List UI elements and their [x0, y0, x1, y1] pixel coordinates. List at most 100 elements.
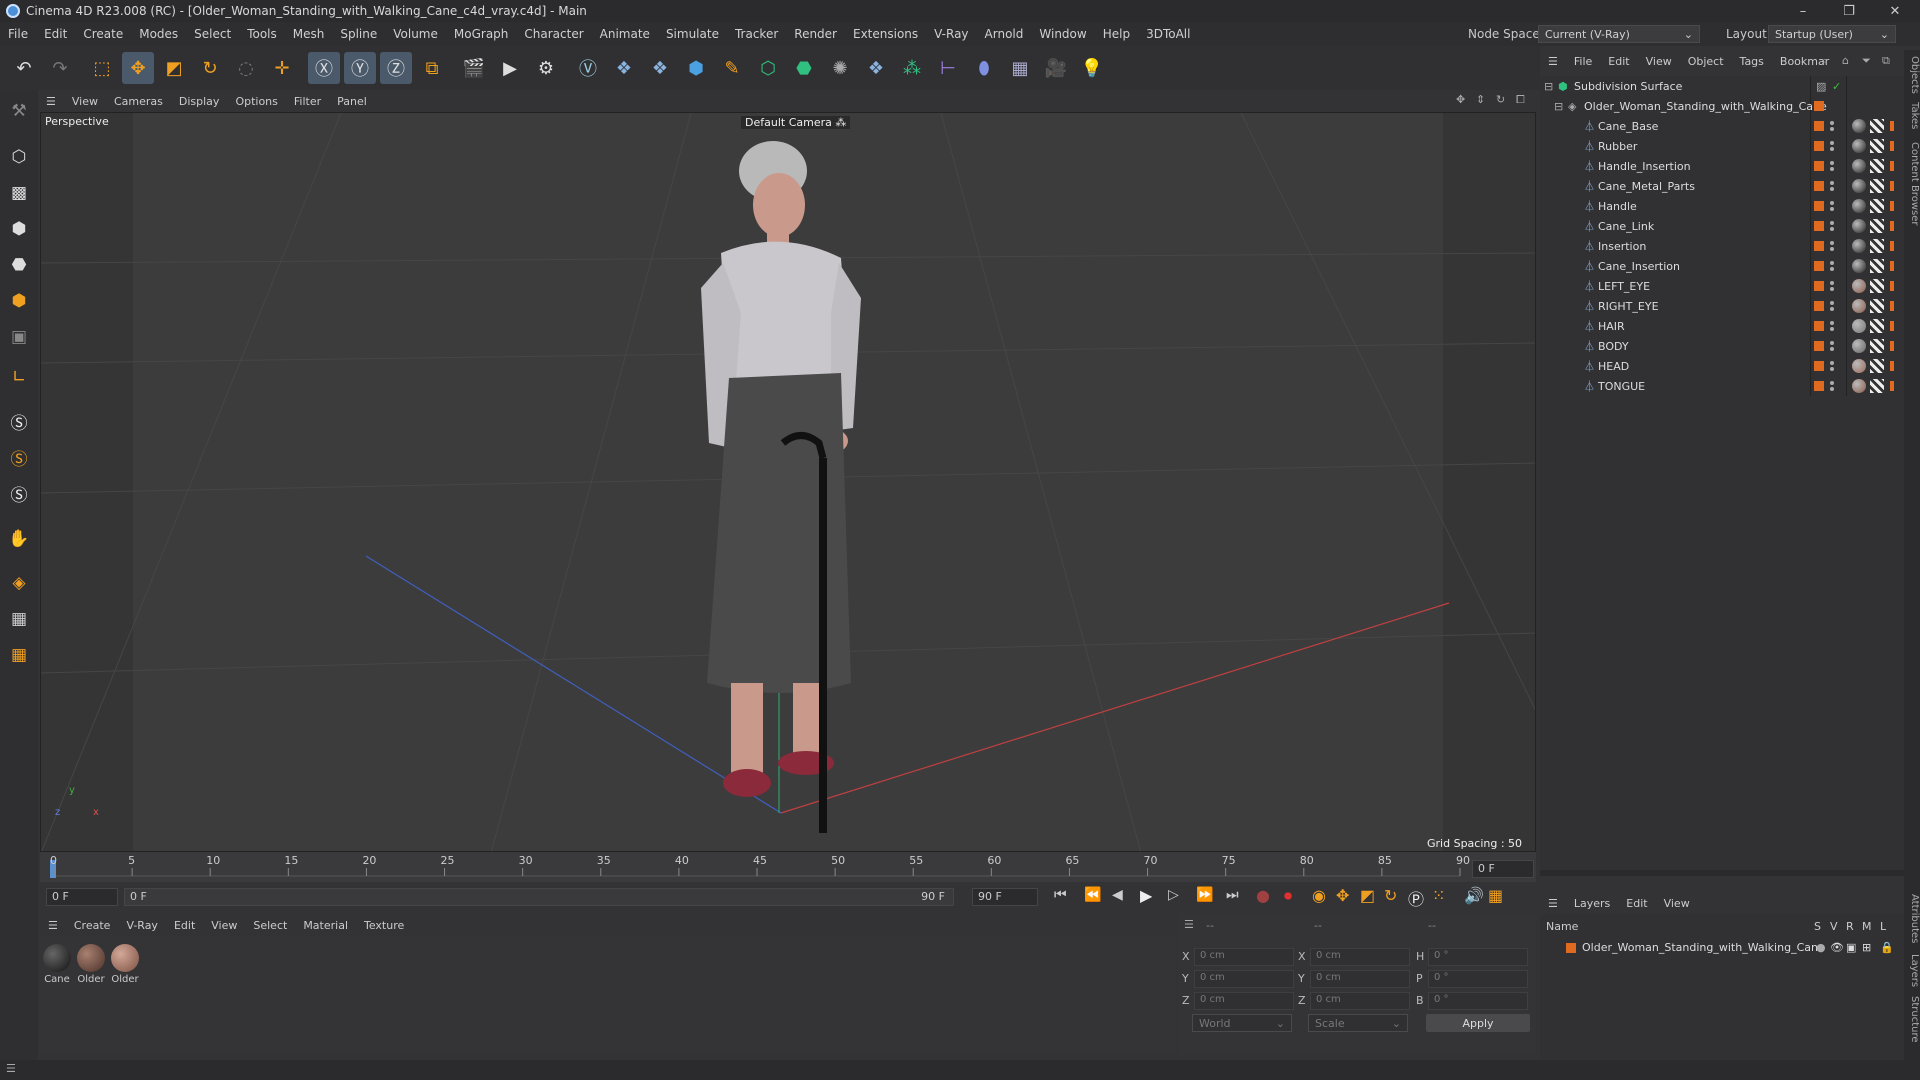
- cube-icon[interactable]: ⬢: [680, 52, 712, 84]
- mograph-icon[interactable]: ✺: [824, 52, 856, 84]
- subdivision-icon[interactable]: ⬡: [752, 52, 784, 84]
- tree-row-child[interactable]: ⏃ BODY: [1540, 336, 1904, 356]
- viewport-menu-filter[interactable]: Filter: [286, 95, 329, 108]
- filter-icon[interactable]: ⏷: [1862, 54, 1871, 68]
- polygon-mode-icon[interactable]: ⬢: [4, 286, 34, 316]
- visibility-dot-icon[interactable]: [1830, 221, 1834, 225]
- position-y-field[interactable]: 0 cm: [1194, 970, 1294, 988]
- menu-animate[interactable]: Animate: [592, 27, 658, 41]
- texture-tag-icon[interactable]: [1870, 119, 1884, 133]
- tab-takes[interactable]: Takes: [1904, 102, 1920, 129]
- hamburger-icon[interactable]: ☰: [6, 1062, 16, 1075]
- python-icon[interactable]: ❖: [608, 52, 640, 84]
- menu-simulate[interactable]: Simulate: [658, 27, 727, 41]
- material-tag-icon[interactable]: [1852, 279, 1866, 293]
- camera-label[interactable]: Default Camera ⁂: [741, 116, 851, 129]
- go-to-start-icon[interactable]: ⏮: [1054, 887, 1067, 903]
- live-selection-icon[interactable]: ⬚: [86, 52, 118, 84]
- visibility-dot-icon[interactable]: [1830, 321, 1834, 325]
- material-tag-icon[interactable]: [1852, 319, 1866, 333]
- play-icon[interactable]: ▶: [1140, 886, 1152, 905]
- z-axis-lock-icon[interactable]: Ⓩ: [380, 52, 412, 84]
- scale-icon[interactable]: ◩: [158, 52, 190, 84]
- visibility-dot-icon[interactable]: [1830, 301, 1834, 305]
- layer-color-icon[interactable]: [1814, 301, 1824, 311]
- tree-row-child[interactable]: ⏃ Cane_Insertion: [1540, 256, 1904, 276]
- key-scale-icon[interactable]: ◩: [1360, 886, 1375, 905]
- layer-color-icon[interactable]: [1814, 321, 1824, 331]
- home-icon[interactable]: ⌂: [1842, 54, 1849, 67]
- layer-color-icon[interactable]: [1814, 381, 1824, 391]
- layer-color-icon[interactable]: [1814, 361, 1824, 371]
- position-z-field[interactable]: 0 cm: [1194, 992, 1294, 1010]
- material-item[interactable]: Older: [76, 944, 106, 985]
- menu-select[interactable]: Select: [186, 27, 239, 41]
- timeline-window-icon[interactable]: ▦: [1488, 886, 1503, 905]
- edit-enable-icon[interactable]: ▨: [1816, 80, 1826, 93]
- pen-icon[interactable]: ✎: [716, 52, 748, 84]
- visibility-dot-icon[interactable]: [1830, 281, 1834, 285]
- layer-color-icon[interactable]: [1814, 101, 1824, 111]
- cloner-icon[interactable]: ⁂: [896, 52, 928, 84]
- material-menu-vray[interactable]: V-Ray: [118, 919, 166, 932]
- render-dot-icon[interactable]: [1830, 167, 1834, 171]
- material-tag-icon[interactable]: [1852, 379, 1866, 393]
- menu-character[interactable]: Character: [516, 27, 591, 41]
- tree-row-child[interactable]: ⏃ Cane_Base: [1540, 116, 1904, 136]
- menu-vray[interactable]: V-Ray: [926, 27, 976, 41]
- floor-icon[interactable]: ▦: [1004, 52, 1036, 84]
- maximize-button[interactable]: ❐: [1826, 0, 1872, 22]
- minimize-button[interactable]: –: [1780, 0, 1826, 22]
- key-position-icon[interactable]: ✥: [1336, 886, 1349, 905]
- zoom-icon[interactable]: ⇕: [1476, 93, 1485, 106]
- material-tag-icon[interactable]: [1852, 259, 1866, 273]
- tree-row-child[interactable]: ⏃ RIGHT_EYE: [1540, 296, 1904, 316]
- sound-icon[interactable]: 🔊: [1464, 886, 1484, 905]
- visibility-dot-icon[interactable]: [1830, 181, 1834, 185]
- visibility-dot-icon[interactable]: [1830, 381, 1834, 385]
- texture-tag-icon[interactable]: [1870, 379, 1884, 393]
- object-menu-edit[interactable]: Edit: [1600, 55, 1637, 68]
- hamburger-icon[interactable]: ☰: [1184, 918, 1194, 931]
- texture-tag-icon[interactable]: [1870, 259, 1884, 273]
- layer-color-icon[interactable]: [1814, 261, 1824, 271]
- visibility-dot-icon[interactable]: [1830, 161, 1834, 165]
- material-tag-icon[interactable]: [1852, 359, 1866, 373]
- layer-color-icon[interactable]: [1566, 943, 1576, 953]
- tab-objects[interactable]: Objects: [1904, 56, 1920, 94]
- layers-menu-layers[interactable]: Layers: [1566, 897, 1618, 910]
- viewport-menu-display[interactable]: Display: [171, 95, 228, 108]
- lock-icon[interactable]: 🔒: [1880, 941, 1894, 954]
- rotation-p-field[interactable]: 0 °: [1428, 970, 1528, 988]
- step-back-icon[interactable]: ◀: [1112, 887, 1123, 903]
- frame-range-slider[interactable]: 0 F 90 F: [124, 888, 954, 906]
- render-settings-icon[interactable]: ⚙: [530, 52, 562, 84]
- tree-row-child[interactable]: ⏃ LEFT_EYE: [1540, 276, 1904, 296]
- texture-tag-icon[interactable]: [1870, 239, 1884, 253]
- material-menu-texture[interactable]: Texture: [356, 919, 412, 932]
- texture-tag-icon[interactable]: [1870, 339, 1884, 353]
- tree-row-child[interactable]: ⏃ Handle: [1540, 196, 1904, 216]
- menu-edit[interactable]: Edit: [36, 27, 75, 41]
- material-tag-icon[interactable]: [1852, 119, 1866, 133]
- layer-color-icon[interactable]: [1814, 241, 1824, 251]
- material-tag-icon[interactable]: [1852, 219, 1866, 233]
- hamburger-icon[interactable]: ☰: [1540, 897, 1566, 910]
- spline-icon[interactable]: ⊢: [932, 52, 964, 84]
- material-item[interactable]: Older: [110, 944, 140, 985]
- menu-file[interactable]: File: [0, 27, 36, 41]
- menu-create[interactable]: Create: [75, 27, 131, 41]
- layer-color-icon[interactable]: [1814, 141, 1824, 151]
- coordinate-system-icon[interactable]: ⧉: [416, 52, 448, 84]
- light-icon[interactable]: 💡: [1076, 52, 1108, 84]
- render-dot-icon[interactable]: [1830, 387, 1834, 391]
- close-button[interactable]: ✕: [1872, 0, 1918, 22]
- new-window-icon[interactable]: ⧉: [1882, 54, 1890, 68]
- menu-modes[interactable]: Modes: [131, 27, 186, 41]
- layer-color-icon[interactable]: [1814, 281, 1824, 291]
- material-tag-icon[interactable]: [1852, 159, 1866, 173]
- render-dot-icon[interactable]: [1830, 307, 1834, 311]
- eye-icon[interactable]: 👁: [1830, 941, 1844, 954]
- layers-menu-edit[interactable]: Edit: [1618, 897, 1655, 910]
- render-dot-icon[interactable]: [1830, 267, 1834, 271]
